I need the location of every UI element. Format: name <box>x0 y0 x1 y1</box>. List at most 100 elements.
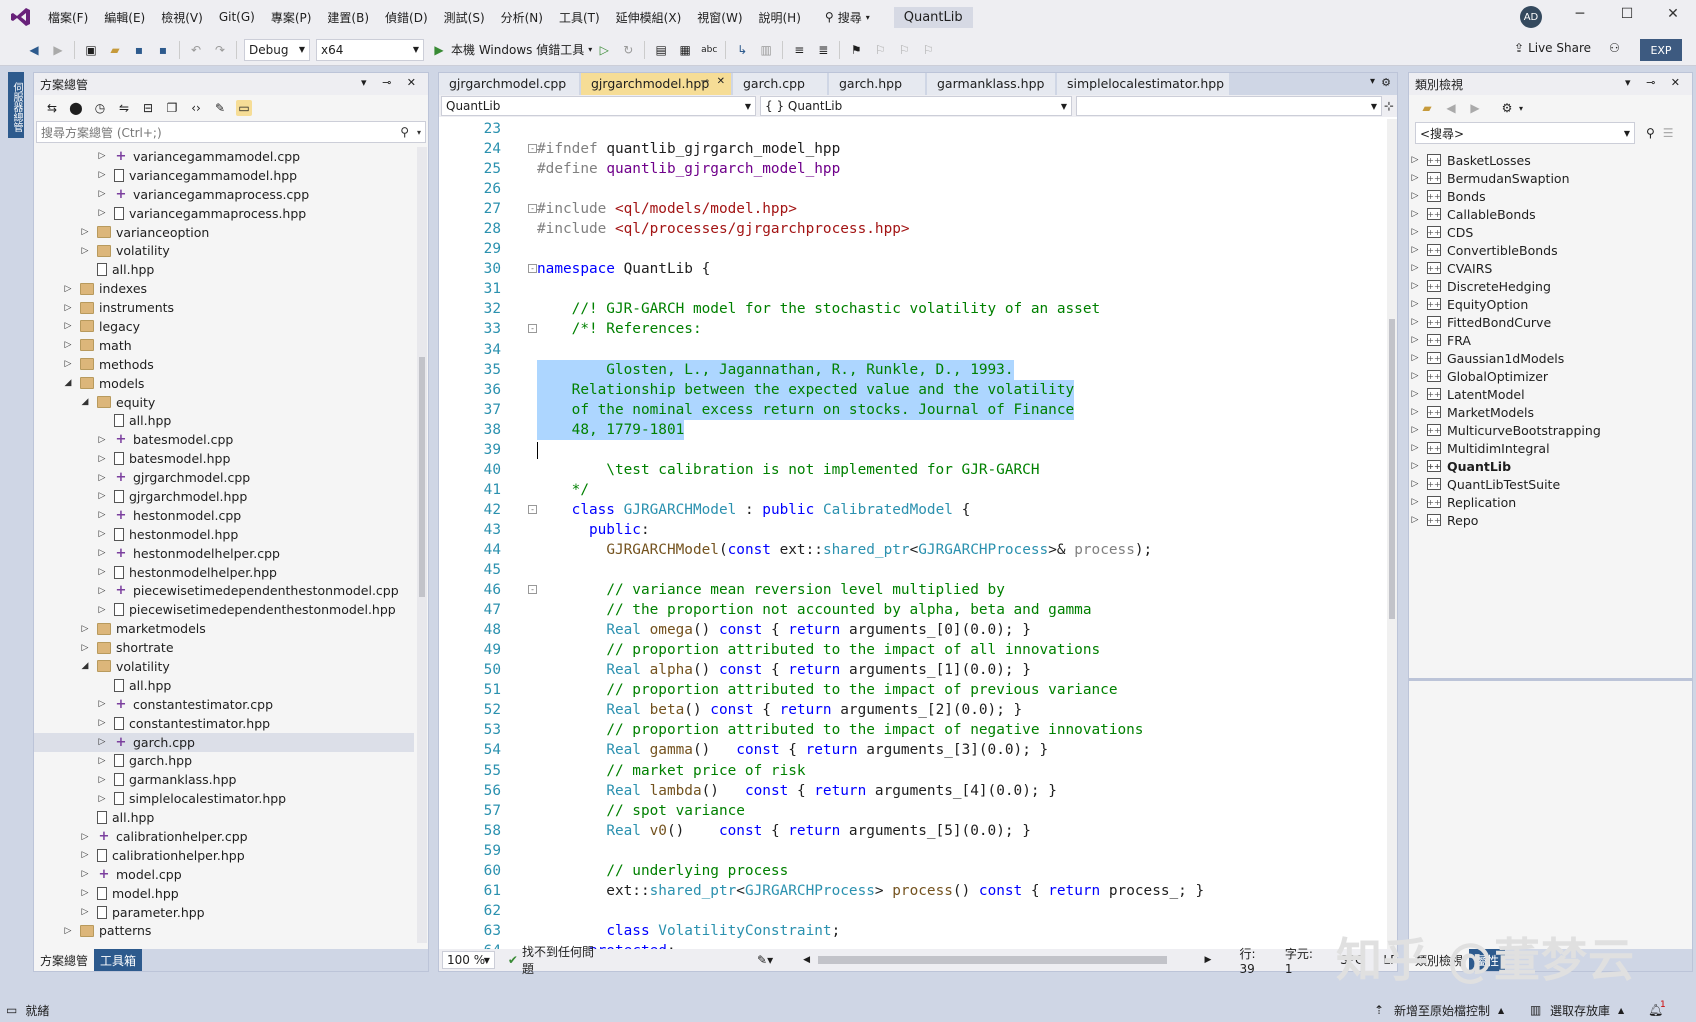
code-line[interactable]: 47 // the proportion not accounted by al… <box>439 600 1387 620</box>
tab-solution-explorer[interactable]: 方案總管 <box>34 949 95 971</box>
indent-icon[interactable]: ≡ <box>791 42 807 58</box>
collapsed-arrow-icon[interactable]: ▷ <box>96 586 108 596</box>
switch-views-icon[interactable]: ⇆ <box>44 100 60 116</box>
server-explorer-tab[interactable]: 伺服器總管 <box>8 72 24 138</box>
code-line[interactable]: 50 Real alpha() const { return arguments… <box>439 660 1387 680</box>
collapsed-arrow-icon[interactable]: ▷ <box>96 491 108 501</box>
collapsed-arrow-icon[interactable]: ▷ <box>1409 461 1421 471</box>
menu-item[interactable]: 延伸模組(X) <box>608 9 690 26</box>
settings-icon[interactable]: ⚙ <box>1499 100 1515 116</box>
collapsed-arrow-icon[interactable]: ▷ <box>1409 389 1421 399</box>
class-view-item[interactable]: ▷ ++ CDS <box>1409 223 1692 241</box>
tree-item[interactable]: ▷ calibrationhelper.hpp <box>34 846 414 865</box>
tree-item[interactable]: ▷ model.hpp <box>34 884 414 903</box>
expanded-arrow-icon[interactable]: ◢ <box>79 397 91 407</box>
browse-icon[interactable]: ▤ <box>653 42 669 58</box>
back-icon[interactable]: ◀ <box>26 42 42 58</box>
editor-tab[interactable]: garch.hpp <box>829 73 925 95</box>
code-line[interactable]: 39 <box>439 440 1387 460</box>
preview-icon[interactable]: ▭ <box>236 100 252 116</box>
tree-item[interactable]: ▷ + hestonmodel.cpp <box>34 506 414 525</box>
scroll-thumb[interactable] <box>1389 319 1395 619</box>
collapse-icon[interactable]: - <box>528 204 537 214</box>
step-icon[interactable]: ↳ <box>734 42 750 58</box>
menu-item[interactable]: 檢視(V) <box>153 9 211 26</box>
spell-check-icon[interactable]: abc <box>701 42 717 58</box>
tree-item[interactable]: ▷ + piecewisetimedependenthestonmodel.cpp <box>34 581 414 600</box>
platform-select[interactable]: x64 ▼ <box>316 38 424 61</box>
code-line[interactable]: 24 - #ifndef quantlib_gjrgarch_model_hpp <box>439 139 1387 159</box>
horizontal-scrollbar[interactable] <box>818 956 1167 964</box>
collapsed-arrow-icon[interactable]: ▷ <box>96 756 108 766</box>
tree-item[interactable]: ▷ shortrate <box>34 638 414 657</box>
collapsed-arrow-icon[interactable]: ▷ <box>1409 281 1421 291</box>
editor-tab[interactable]: gjrgarchmodel.cpp <box>439 73 579 95</box>
history-icon[interactable]: ◷ <box>92 100 108 116</box>
collapsed-arrow-icon[interactable]: ▷ <box>1409 209 1421 219</box>
collapsed-arrow-icon[interactable]: ▷ <box>96 567 108 577</box>
new-project-icon[interactable]: ▣ <box>83 42 99 58</box>
collapsed-arrow-icon[interactable]: ▷ <box>96 718 108 728</box>
menu-item[interactable]: 檔案(F) <box>40 9 96 26</box>
code-line[interactable]: 37 of the nominal excess return on stock… <box>439 399 1387 420</box>
tree-item[interactable]: ▷ hestonmodelhelper.hpp <box>34 563 414 582</box>
collapse-icon[interactable]: - <box>528 585 537 595</box>
layout-icon[interactable]: ▦ <box>677 42 693 58</box>
collapsed-arrow-icon[interactable]: ▷ <box>1409 371 1421 381</box>
code-line[interactable]: 40 \test calibration is not implemented … <box>439 460 1387 480</box>
tree-item[interactable]: ▷ parameter.hpp <box>34 903 414 922</box>
collapsed-arrow-icon[interactable]: ▷ <box>79 832 91 842</box>
code-line[interactable]: 32 //! GJR-GARCH model for the stochasti… <box>439 299 1387 319</box>
play-icon[interactable]: ▶ <box>431 42 447 58</box>
class-view-item[interactable]: ▷ ++ BasketLosses <box>1409 151 1692 169</box>
code-line[interactable]: 23 <box>439 119 1387 139</box>
collapsed-arrow-icon[interactable]: ▷ <box>96 435 108 445</box>
code-line[interactable]: 45 <box>439 560 1387 580</box>
collapsed-arrow-icon[interactable]: ▷ <box>62 284 74 294</box>
class-view-item[interactable]: ▷ ++ ConvertibleBonds <box>1409 241 1692 259</box>
line-info[interactable]: 行: 39 <box>1239 945 1270 976</box>
collapsed-arrow-icon[interactable]: ▷ <box>1409 353 1421 363</box>
redo-icon[interactable]: ↷ <box>212 42 228 58</box>
collapsed-arrow-icon[interactable]: ▷ <box>62 359 74 369</box>
collapsed-arrow-icon[interactable]: ▷ <box>1409 407 1421 417</box>
class-view-item[interactable]: ▷ ++ Repo <box>1409 511 1692 529</box>
tree-item[interactable]: ▷ + gjrgarchmodel.cpp <box>34 468 414 487</box>
tab-overflow-icon[interactable]: ▾ <box>1370 76 1375 87</box>
collapsed-arrow-icon[interactable]: ▷ <box>62 340 74 350</box>
code-line[interactable]: 49 // proportion attributed to the impac… <box>439 640 1387 660</box>
avatar[interactable]: AD <box>1520 6 1542 28</box>
class-view-item[interactable]: ▷ ++ MulticurveBootstrapping <box>1409 421 1692 439</box>
next-bookmark-icon[interactable]: ⚐ <box>896 42 912 58</box>
split-icon[interactable]: ⊹ <box>1384 99 1394 113</box>
code-line[interactable]: 28 #include <ql/processes/gjrgarchprocess… <box>439 219 1387 239</box>
editor-scrollbar[interactable] <box>1387 119 1397 949</box>
collapsed-arrow-icon[interactable]: ▷ <box>1409 155 1421 165</box>
menu-item[interactable]: 專案(P) <box>263 9 320 26</box>
code-line[interactable]: 35 Glosten, L., Jagannathan, R., Runkle,… <box>439 359 1387 380</box>
collapsed-arrow-icon[interactable]: ▷ <box>96 794 108 804</box>
code-line[interactable]: 53 // proportion attributed to the impac… <box>439 720 1387 740</box>
menu-item[interactable]: 分析(N) <box>493 9 551 26</box>
collapsed-arrow-icon[interactable]: ▷ <box>1409 263 1421 273</box>
tree-scrollbar[interactable] <box>417 147 427 943</box>
code-line[interactable]: 43 public: <box>439 520 1387 540</box>
collapsed-arrow-icon[interactable]: ▷ <box>79 624 91 634</box>
menu-item[interactable]: 偵錯(D) <box>377 9 436 26</box>
code-line[interactable]: 25 #define quantlib_gjrgarch_model_hpp <box>439 159 1387 179</box>
collapsed-arrow-icon[interactable]: ▷ <box>62 926 74 936</box>
tree-item[interactable]: ◢ volatility <box>34 657 414 676</box>
tree-item[interactable]: ▷ variancegammamodel.hpp <box>34 166 414 185</box>
collapsed-arrow-icon[interactable]: ▷ <box>96 170 108 180</box>
zoom-select[interactable]: 100 % ▼ <box>442 951 495 969</box>
properties-icon[interactable]: ✎ <box>212 100 228 116</box>
class-search-input[interactable]: <搜尋> ▼ <box>1415 122 1635 144</box>
tree-item[interactable]: ▷ + batesmodel.cpp <box>34 430 414 449</box>
collapsed-arrow-icon[interactable]: ▷ <box>96 510 108 520</box>
class-view-item[interactable]: ▷ ++ CVAIRS <box>1409 259 1692 277</box>
code-line[interactable]: 55 // market price of risk <box>439 761 1387 781</box>
collapsed-arrow-icon[interactable]: ▷ <box>96 548 108 558</box>
class-view-item[interactable]: ▷ ++ CallableBonds <box>1409 205 1692 223</box>
collapsed-arrow-icon[interactable]: ▷ <box>96 189 108 199</box>
code-line[interactable]: 34 <box>439 340 1387 360</box>
